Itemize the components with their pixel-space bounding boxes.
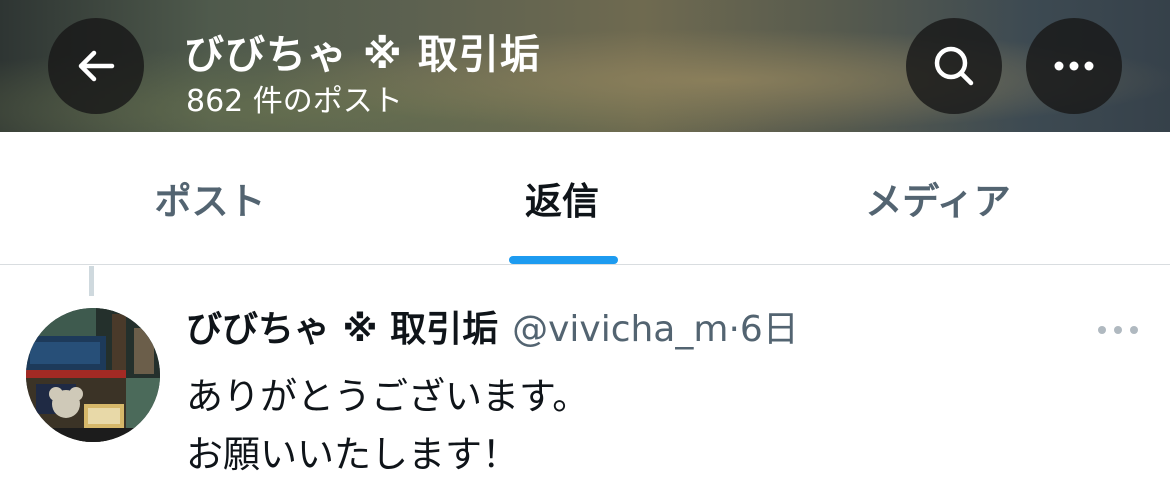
more-horizontal-icon <box>1098 326 1138 334</box>
tweet-timestamp[interactable]: 6日 <box>740 309 799 350</box>
arrow-left-icon <box>78 50 115 82</box>
tweet-text-line: ありがとうございます。 <box>186 375 590 418</box>
tweet-separator: · <box>728 309 740 350</box>
avatar[interactable] <box>26 308 160 442</box>
thread-connector-line <box>89 266 94 296</box>
profile-header: びびちゃ ※ 取引垢 862 件のポスト <box>0 0 1170 132</box>
tweet-more-button[interactable] <box>1090 312 1146 348</box>
more-options-button[interactable] <box>1026 18 1122 114</box>
tweet-text-line: お願いいたします！ <box>186 433 519 476</box>
tab-posts[interactable]: ポスト <box>60 132 360 264</box>
more-horizontal-icon <box>1054 61 1094 71</box>
avatar-image <box>26 308 160 442</box>
search-icon <box>934 46 974 86</box>
tweet-display-name[interactable]: びびちゃ ※ 取引垢 <box>186 309 498 350</box>
active-tab-indicator <box>509 256 618 264</box>
tab-media[interactable]: メディア <box>788 132 1088 264</box>
profile-tabs: ポスト 返信 メディア <box>0 132 1170 265</box>
back-button[interactable] <box>48 18 144 114</box>
search-button[interactable] <box>906 18 1002 114</box>
tab-replies[interactable]: 返信 <box>412 132 712 264</box>
tweet-handle[interactable]: @vivicha_m <box>512 309 728 350</box>
tweet-header: びびちゃ ※ 取引垢 @vivicha_m·6日 <box>186 306 799 354</box>
post-count: 862 件のポスト <box>186 84 403 119</box>
profile-title: びびちゃ ※ 取引垢 <box>184 32 541 78</box>
